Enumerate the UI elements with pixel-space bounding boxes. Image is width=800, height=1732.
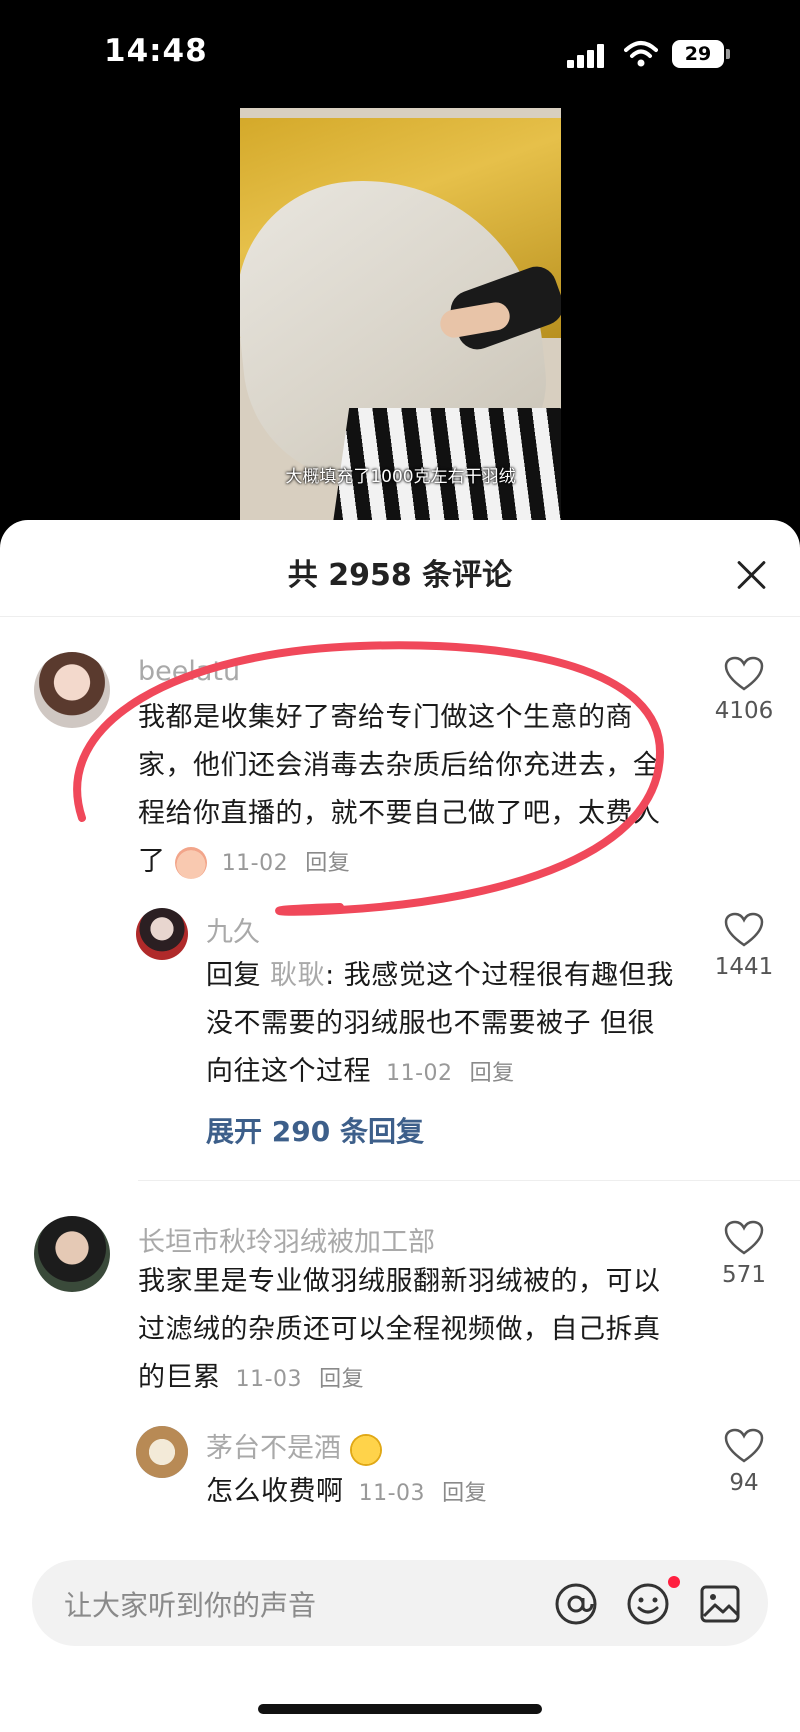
rofl-emoji-icon (349, 1433, 382, 1466)
comment-body: 我都是收集好了寄给专门做这个生意的商家，他们还会消毒去杂质后给你充进去，全程给你… (138, 702, 661, 877)
reply-date: 11-03 (358, 1481, 426, 1506)
avatar[interactable] (136, 908, 188, 960)
smiley-icon[interactable] (626, 1582, 670, 1626)
reply-button[interactable]: 回复 (442, 1481, 487, 1506)
signal-icon (567, 44, 607, 68)
comment-date: 11-02 (221, 851, 289, 876)
wifi-icon (624, 41, 658, 67)
like-button[interactable]: 4106 (704, 656, 784, 724)
like-count: 1441 (714, 954, 774, 980)
reply-button[interactable]: 回复 (319, 1367, 364, 1392)
like-button[interactable]: 94 (704, 1428, 784, 1496)
home-indicator[interactable] (258, 1704, 542, 1714)
reply-text: 回复 耿耿: 我感觉这个过程很有趣但我没不需要的羽绒服也不需要被子 但很向往这个… (206, 952, 676, 1098)
at-icon[interactable] (554, 1582, 598, 1626)
comment-text: 我家里是专业做羽绒服翻新羽绒被的，可以过滤绒的杂质还可以全程视频做，自己拆真的巨… (138, 1258, 678, 1404)
heart-icon (724, 1220, 764, 1255)
like-count: 4106 (714, 698, 774, 724)
status-time: 14:48 (104, 33, 208, 69)
status-bar: 14:48 29 (0, 0, 800, 100)
comment-input[interactable]: 让大家听到你的声音 (64, 1584, 316, 1624)
avatar[interactable] (34, 652, 110, 728)
comment-username[interactable]: 长垣市秋玲羽绒被加工部 (138, 1220, 435, 1259)
reply-text: 怎么收费啊 11-03 回复 (206, 1468, 676, 1518)
comment-input-bar[interactable]: 让大家听到你的声音 (32, 1560, 768, 1646)
comment-text: 我都是收集好了寄给专门做这个生意的商家，他们还会消毒去杂质后给你充进去，全程给你… (138, 694, 678, 888)
like-count: 94 (729, 1470, 759, 1496)
reply-prefix: 回复 (206, 960, 261, 991)
expand-replies-button[interactable]: 展开 290 条回复 (206, 1110, 424, 1150)
notification-dot (668, 1576, 680, 1588)
divider (0, 616, 800, 617)
reply-button[interactable]: 回复 (470, 1061, 515, 1086)
shy-face-emoji-icon (174, 846, 207, 879)
close-icon[interactable] (734, 558, 768, 592)
reply-body: 怎么收费啊 (206, 1476, 344, 1507)
battery-tip (726, 49, 730, 59)
video-player[interactable]: 大概填充了1000克左右干羽绒 (240, 108, 561, 520)
reply-mention[interactable]: 耿耿 (270, 960, 325, 991)
reply-username[interactable]: 茅台不是酒 (206, 1426, 382, 1466)
divider (138, 1180, 800, 1181)
like-count: 571 (722, 1262, 766, 1288)
reply-button[interactable]: 回复 (305, 851, 350, 876)
video-caption: 大概填充了1000克左右干羽绒 (285, 467, 516, 487)
heart-icon (724, 912, 764, 947)
heart-icon (724, 656, 764, 691)
heart-icon (724, 1428, 764, 1463)
comment-username[interactable]: beelatu (138, 656, 240, 687)
like-button[interactable]: 571 (704, 1220, 784, 1288)
battery-level: 29 (672, 40, 724, 68)
reply-username[interactable]: 九久 (206, 910, 260, 949)
comment-count-title: 共 2958 条评论 (287, 558, 513, 593)
image-icon[interactable] (698, 1582, 742, 1626)
avatar[interactable] (136, 1426, 188, 1478)
comment-body: 我家里是专业做羽绒服翻新羽绒被的，可以过滤绒的杂质还可以全程视频做，自己拆真的巨… (138, 1266, 661, 1393)
comment-date: 11-03 (235, 1367, 303, 1392)
reply-username-text[interactable]: 茅台不是酒 (206, 1433, 341, 1464)
avatar[interactable] (34, 1216, 110, 1292)
reply-date: 11-02 (386, 1061, 453, 1086)
like-button[interactable]: 1441 (704, 912, 784, 980)
